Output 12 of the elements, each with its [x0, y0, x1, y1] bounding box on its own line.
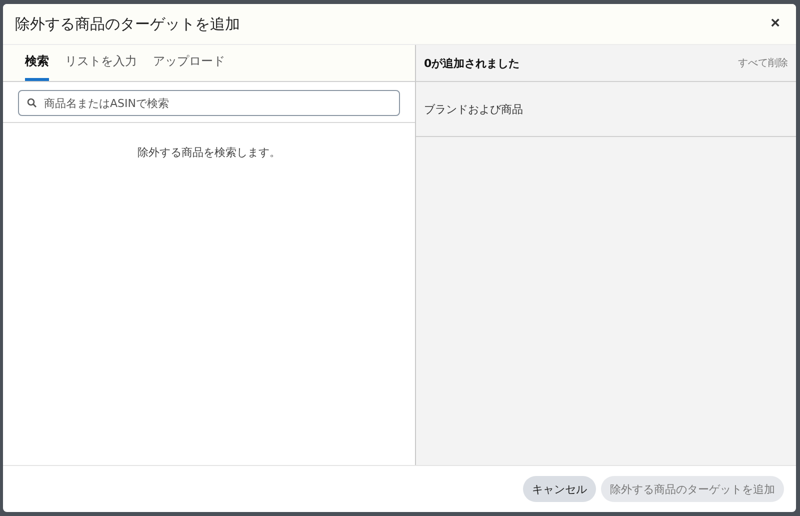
dialog-title: 除外する商品のターゲットを追加 [15, 14, 240, 34]
search-field[interactable]: 商品名またはASINで検索 [18, 90, 400, 116]
close-button[interactable]: × [768, 15, 782, 33]
tab[interactable]: 検索 [25, 45, 49, 81]
tab[interactable]: アップロード [153, 45, 225, 81]
empty-message: 除外する商品を検索します。 [136, 145, 282, 160]
cancel-button[interactable]: キャンセル [523, 476, 596, 502]
search-icon [27, 98, 37, 108]
tab[interactable]: リストを入力 [65, 45, 137, 81]
column-header: ブランドおよび商品 [424, 102, 523, 116]
added-count: 0が追加されました [424, 56, 520, 70]
remove-all-link[interactable]: すべて削除 [738, 56, 788, 70]
